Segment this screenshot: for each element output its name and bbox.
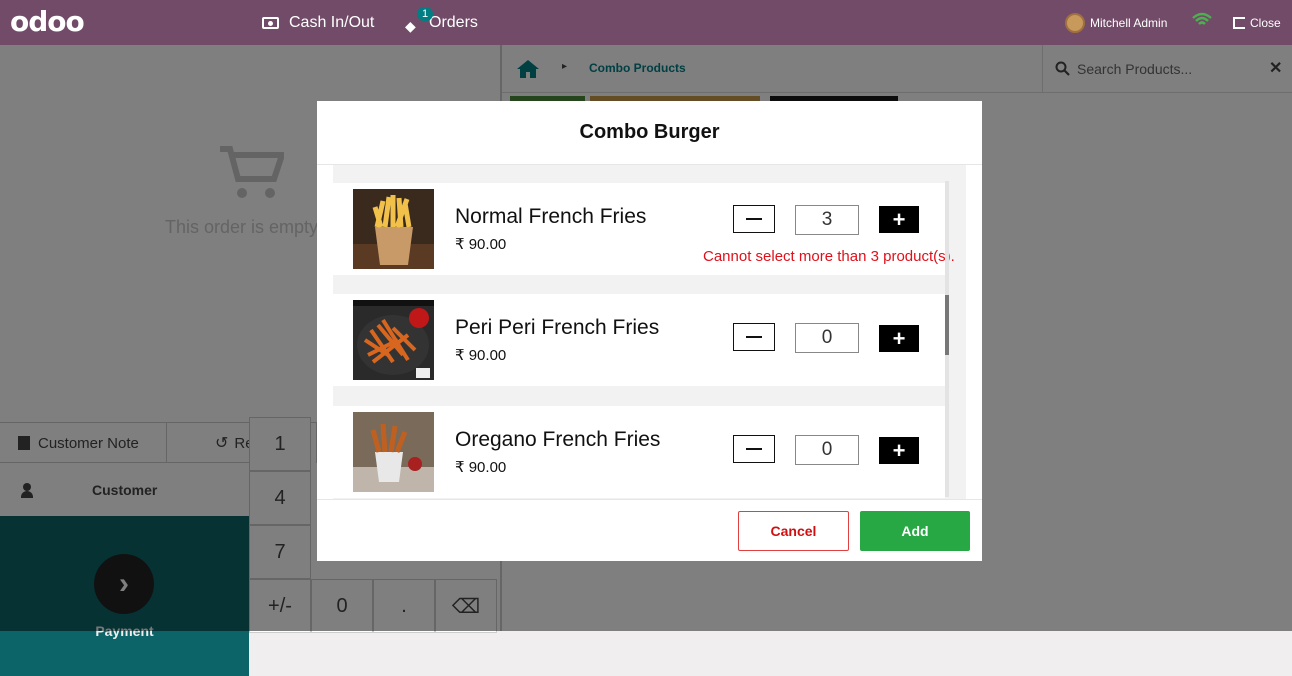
close-session-button[interactable]: Close bbox=[1233, 0, 1281, 45]
sign-out-icon bbox=[1233, 16, 1245, 29]
item-price: ₹ 90.00 bbox=[455, 236, 507, 253]
orders-count-badge: 1 bbox=[417, 7, 434, 21]
increase-qty-button[interactable]: + bbox=[879, 437, 919, 464]
product-image bbox=[353, 300, 434, 380]
odoo-logo: odoo bbox=[10, 5, 85, 38]
combo-item[interactable]: Peri Peri French Fries ₹ 90.00 + bbox=[333, 294, 945, 386]
item-price: ₹ 90.00 bbox=[455, 347, 507, 364]
cash-in-out-label: Cash In/Out bbox=[289, 13, 375, 31]
item-name: Oregano French Fries bbox=[455, 428, 661, 451]
combo-configurator-dialog: Combo Burger Normal French Fries ₹ 90.00… bbox=[317, 101, 982, 561]
increase-qty-button[interactable]: + bbox=[879, 325, 919, 352]
qty-input[interactable] bbox=[795, 435, 859, 465]
product-image bbox=[353, 189, 434, 269]
user-name: Mitchell Admin bbox=[1090, 15, 1168, 30]
top-navbar: odoo Cash In/Out ◆ Orders 1 Mitchell Adm… bbox=[0, 0, 1292, 45]
user-menu[interactable]: Mitchell Admin bbox=[1065, 0, 1167, 45]
decrease-qty-button[interactable] bbox=[733, 435, 775, 463]
cash-in-out-button[interactable]: Cash In/Out bbox=[262, 0, 374, 45]
dialog-title: Combo Burger bbox=[317, 101, 982, 165]
item-price: ₹ 90.00 bbox=[455, 459, 507, 476]
qty-input[interactable] bbox=[795, 205, 859, 235]
combo-item[interactable]: Normal French Fries ₹ 90.00 + Cannot sel… bbox=[333, 183, 955, 275]
increase-qty-button[interactable]: + bbox=[879, 206, 919, 233]
close-label: Close bbox=[1250, 15, 1281, 30]
scrollbar-thumb[interactable] bbox=[945, 295, 949, 355]
tag-icon: ◆ bbox=[405, 17, 416, 34]
combo-items-list: Normal French Fries ₹ 90.00 + Cannot sel… bbox=[333, 165, 966, 499]
cash-icon bbox=[262, 16, 279, 29]
avatar bbox=[1065, 12, 1085, 33]
product-image bbox=[353, 412, 434, 492]
add-button[interactable]: Add bbox=[860, 511, 970, 551]
wifi-icon bbox=[1192, 12, 1212, 25]
item-name: Peri Peri French Fries bbox=[455, 316, 660, 339]
orders-button[interactable]: ◆ Orders bbox=[405, 0, 478, 45]
decrease-qty-button[interactable] bbox=[733, 205, 775, 233]
dialog-footer: Cancel Add bbox=[317, 499, 982, 561]
qty-input[interactable] bbox=[795, 323, 859, 353]
combo-item[interactable]: Oregano French Fries ₹ 90.00 + bbox=[333, 406, 945, 498]
qty-error-message: Cannot select more than 3 product(s). bbox=[703, 248, 955, 265]
cancel-button[interactable]: Cancel bbox=[738, 511, 849, 551]
item-name: Normal French Fries bbox=[455, 205, 647, 228]
decrease-qty-button[interactable] bbox=[733, 323, 775, 351]
orders-label: Orders bbox=[429, 13, 478, 31]
